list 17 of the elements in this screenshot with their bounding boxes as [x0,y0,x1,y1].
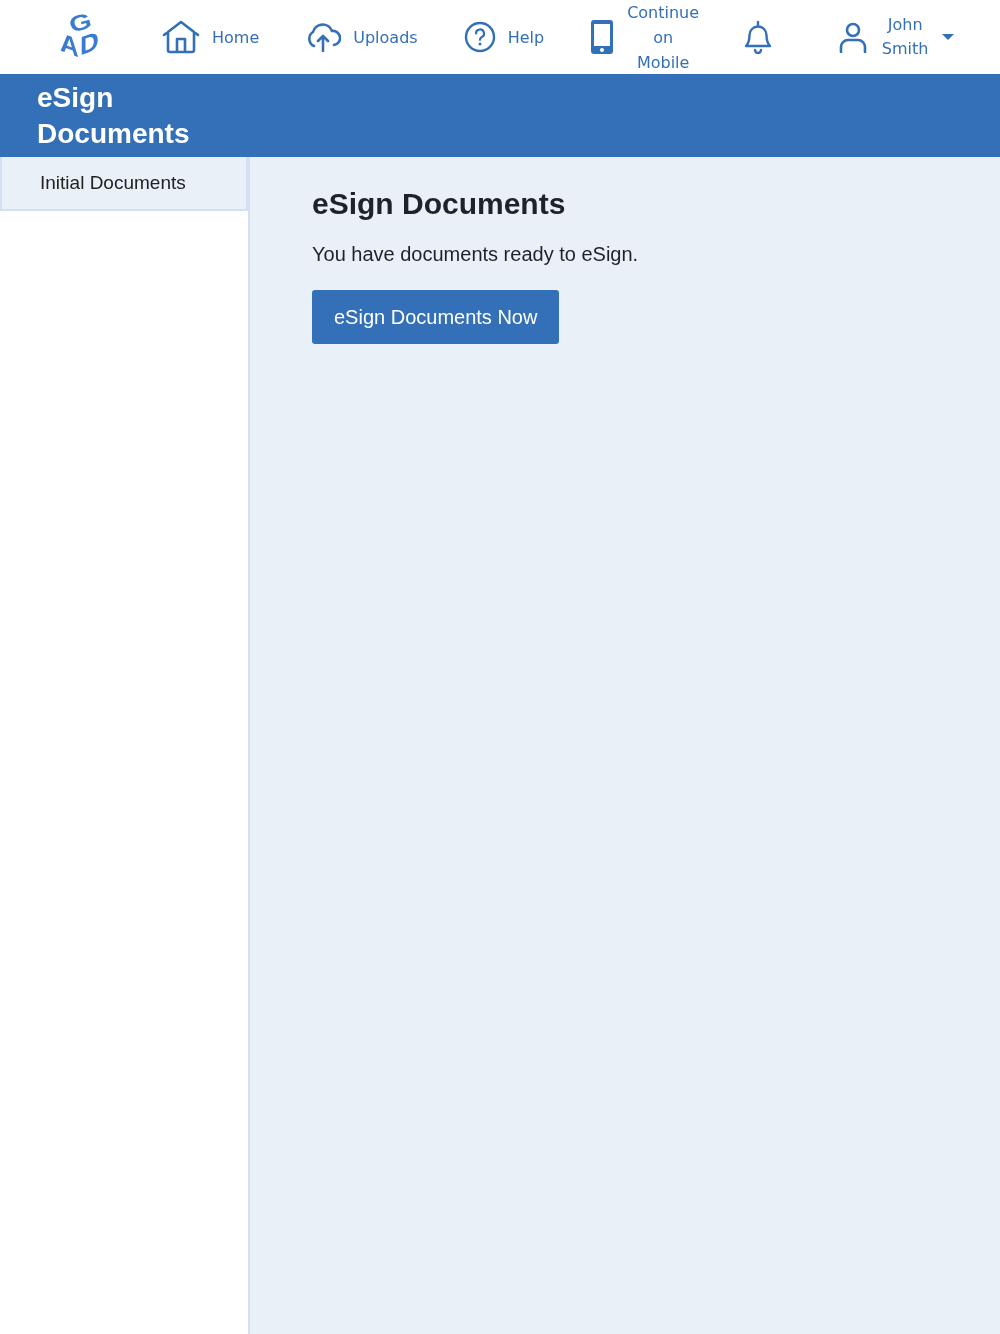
user-icon [838,21,869,53]
status-message: You have documents ready to eSign. [312,243,640,266]
section-heading: eSign Documents [312,187,567,221]
home-icon [162,20,200,54]
help-icon [463,21,496,53]
uploads-link[interactable]: Uploads [305,22,418,52]
esign-now-button[interactable]: eSign Documents Now [312,290,560,344]
home-link[interactable]: Home [162,20,260,54]
help-link[interactable]: Help [463,21,545,53]
continue-on-mobile-link[interactable]: Continue on Mobile [590,0,697,75]
cloud-upload-icon [305,22,342,52]
sidebar-item[interactable]: Initial Documents [0,157,248,211]
logo[interactable]: G A D [58,14,106,60]
caret-icon [942,33,955,41]
phone-icon [590,19,615,55]
user-menu[interactable]: John Smith [838,13,955,61]
banner-title: eSign Documents [37,80,191,151]
